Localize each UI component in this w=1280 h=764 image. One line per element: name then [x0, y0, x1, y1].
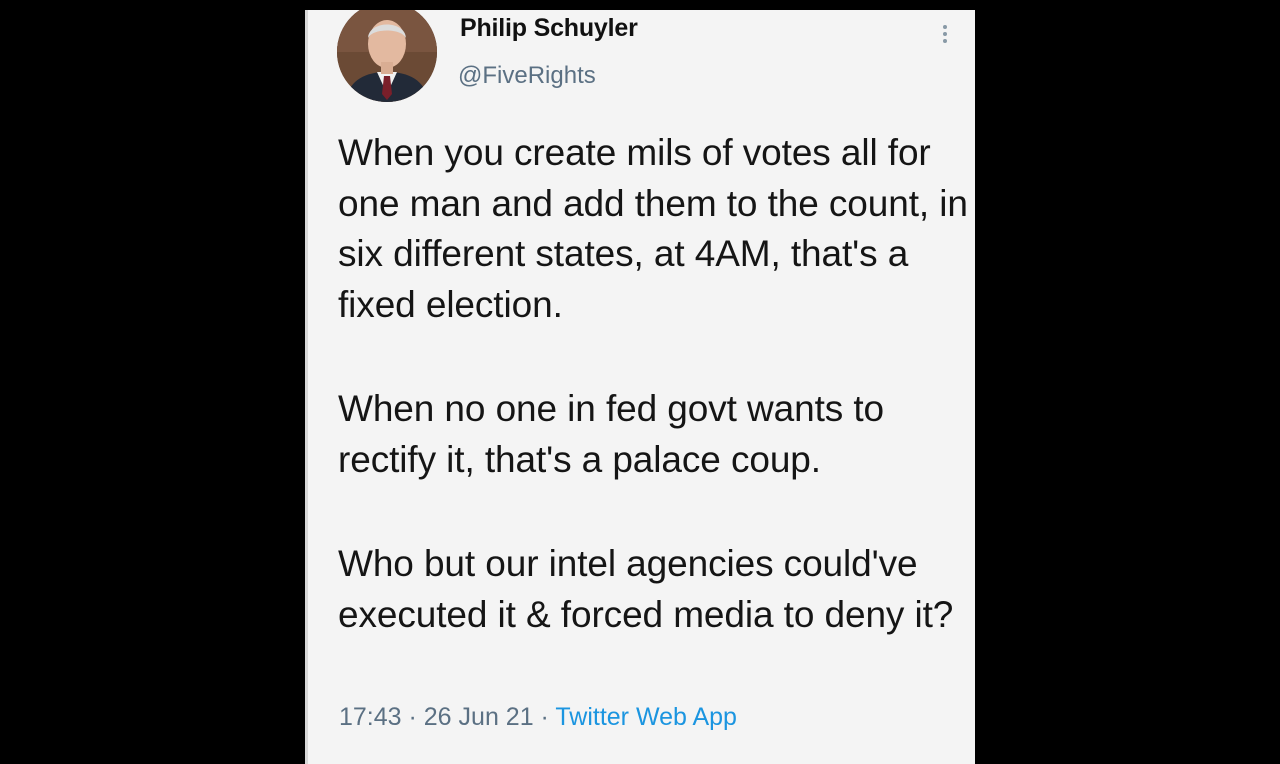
more-options-button[interactable]: [933, 18, 957, 58]
tweet-card: Philip Schuyler @FiveRights When you cre…: [305, 10, 975, 764]
author-handle[interactable]: @FiveRights: [458, 62, 596, 90]
tweet-paragraph: Who but our intel agencies could've exec…: [338, 543, 954, 635]
tweet-date[interactable]: 26 Jun 21: [424, 703, 534, 731]
tweet-text: When you create mils of votes all for on…: [338, 128, 968, 694]
screenshot-stage: Philip Schuyler @FiveRights When you cre…: [0, 0, 1280, 764]
author-avatar[interactable]: [337, 10, 437, 102]
tweet-source-link[interactable]: Twitter Web App: [555, 703, 737, 731]
author-name[interactable]: Philip Schuyler: [460, 14, 638, 43]
meta-separator: ·: [533, 703, 556, 731]
tweet-paragraph: When no one in fed govt wants to rectify…: [338, 388, 884, 480]
meta-separator: ·: [401, 703, 424, 731]
vertical-dots-icon: [943, 25, 947, 43]
tweet-paragraph: When you create mils of votes all for on…: [338, 132, 968, 325]
card-left-border: [305, 10, 308, 764]
tweet-time[interactable]: 17:43: [339, 703, 402, 731]
avatar-portrait-icon: [337, 10, 437, 102]
tweet-metadata: 17:43 · 26 Jun 21 · Twitter Web App: [339, 703, 737, 732]
